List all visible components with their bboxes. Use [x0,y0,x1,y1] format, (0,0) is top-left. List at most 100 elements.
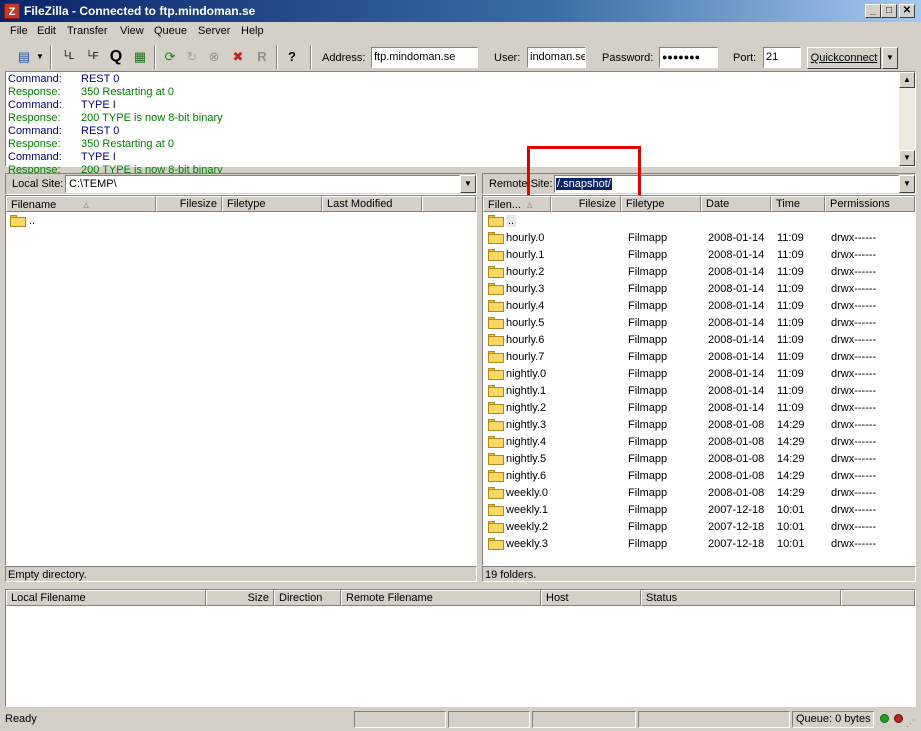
remote-col-permissions[interactable]: Permissions [825,196,915,212]
queue-col-size[interactable]: Size [206,590,274,606]
remote-row[interactable]: hourly.0 Filmapp 2008-01-14 11:09 drwx------ [483,230,915,247]
disconnect-icon[interactable]: ✖ [228,46,248,68]
remote-filename: weekly.3 [506,538,548,550]
port-input[interactable]: 21 [763,47,801,68]
local-site-label: Local Site: [12,178,64,190]
help-icon[interactable]: ? [282,46,302,68]
folder-icon [488,283,504,295]
remote-date: 2008-01-14 [708,368,765,380]
folder-icon [488,334,504,346]
remote-col-filetype[interactable]: Filetype [621,196,701,212]
remote-row[interactable]: hourly.3 Filmapp 2008-01-14 11:09 drwx------ [483,281,915,298]
refresh-icon[interactable]: ⟳ [160,46,180,68]
local-row-parent[interactable]: .. [6,213,476,230]
menu-queue[interactable]: Queue [154,25,187,37]
remote-permissions: drwx------ [831,317,877,329]
remote-row[interactable]: nightly.2 Filmapp 2008-01-14 11:09 drwx-----… [483,400,915,417]
menu-transfer[interactable]: Transfer [67,25,108,37]
remote-permissions: drwx------ [831,266,877,278]
menu-edit[interactable]: Edit [37,25,56,37]
dropdown-arrow-icon[interactable]: ▼ [34,46,46,68]
title-bar[interactable]: Z FileZilla - Connected to ftp.mindoman.… [0,0,921,22]
local-file-list[interactable]: Filename ▵ Filesize Filetype Last Modifi… [5,195,477,566]
port-label: Port: [733,52,757,64]
folder-icon [488,419,504,431]
tree-local-icon[interactable]: └L [58,46,78,68]
minimize-button[interactable]: _ [865,4,881,18]
remote-row[interactable]: hourly.7 Filmapp 2008-01-14 11:09 drwx------ [483,349,915,366]
remote-row[interactable]: weekly.3 Filmapp 2007-12-18 10:01 drwx------ [483,536,915,553]
remote-date: 2007-12-18 [708,538,765,550]
remote-row[interactable]: nightly.6 Filmapp 2008-01-08 14:29 drwx-----… [483,468,915,485]
quickconnect-button[interactable]: Quickconnect [807,47,881,69]
remote-col-date[interactable]: Date [701,196,771,212]
cancel-icon[interactable]: ⊗ [204,46,224,68]
local-col-filesize[interactable]: Filesize [156,196,222,212]
log-entry-text: REST 0 [81,73,120,85]
menu-view[interactable]: View [120,25,144,37]
remote-time: 11:09 [777,317,804,329]
remote-file-list[interactable]: Filen... ▵ Filesize Filetype Date Time Pe… [482,195,916,566]
local-path-input[interactable]: C:\TEMP\ [65,175,460,193]
process-queue-icon[interactable]: ↻ [182,46,202,68]
remote-date: 2008-01-14 [708,317,765,329]
remote-row[interactable]: hourly.4 Filmapp 2008-01-14 11:09 drwx------ [483,298,915,315]
tree-remote-icon[interactable]: └F [82,46,102,68]
maximize-button[interactable]: □ [881,4,897,18]
remote-path-dropdown-icon[interactable]: ▼ [899,175,915,193]
remote-row[interactable]: nightly.4 Filmapp 2008-01-08 14:29 drwx-----… [483,434,915,451]
quickconnect-dropdown-icon[interactable]: ▼ [882,47,898,69]
resize-grip-icon[interactable]: ⋰ [906,719,916,729]
reconnect-icon[interactable]: R [252,46,272,68]
send-light-icon [880,714,889,723]
scroll-up-icon[interactable]: ▲ [899,72,915,88]
close-button[interactable]: ✕ [899,4,915,18]
remote-row[interactable]: hourly.5 Filmapp 2008-01-14 11:09 drwx------ [483,315,915,332]
remote-row[interactable]: .. [483,213,915,230]
queue-size-status: Queue: 0 bytes [792,711,874,728]
remote-row[interactable]: nightly.5 Filmapp 2008-01-08 14:29 drwx-----… [483,451,915,468]
site-manager-icon[interactable]: ▤ [14,46,34,68]
queue-toggle-icon[interactable]: Q [106,46,126,68]
remote-row[interactable]: hourly.6 Filmapp 2008-01-14 11:09 drwx------ [483,332,915,349]
message-log[interactable]: Command: REST 0 Response: 350 Restarting at… [5,71,916,176]
local-status: Empty directory. [5,566,477,582]
queue-col-direction[interactable]: Direction [274,590,341,606]
log-toggle-icon[interactable]: ▦ [130,46,150,68]
remote-col-filesize[interactable]: Filesize [551,196,621,212]
remote-filetype: Filmapp [628,487,668,499]
remote-status: 19 folders. [482,566,916,582]
local-col-filetype[interactable]: Filetype [222,196,322,212]
remote-row[interactable]: nightly.0 Filmapp 2008-01-14 11:09 drwx-----… [483,366,915,383]
log-scrollbar[interactable]: ▲ ▼ [899,72,915,166]
remote-row[interactable]: weekly.1 Filmapp 2007-12-18 10:01 drwx------ [483,502,915,519]
remote-row[interactable]: nightly.3 Filmapp 2008-01-08 14:29 drwx-----… [483,417,915,434]
transfer-queue[interactable]: Local Filename Size Direction Remote Fil… [5,589,916,707]
menu-file[interactable]: File [10,25,28,37]
remote-filetype: Filmapp [628,266,668,278]
address-input[interactable]: ftp.mindoman.se [371,47,478,68]
queue-col-status[interactable]: Status [641,590,841,606]
user-input[interactable]: indoman.se [527,47,586,68]
local-col-lastmodified[interactable]: Last Modified [322,196,422,212]
remote-time: 11:09 [777,368,804,380]
folder-icon [488,538,504,550]
menu-server[interactable]: Server [198,25,230,37]
local-col-filename[interactable]: Filename ▵ [6,196,156,212]
remote-row[interactable]: hourly.1 Filmapp 2008-01-14 11:09 drwx------ [483,247,915,264]
remote-permissions: drwx------ [831,521,877,533]
queue-col-host[interactable]: Host [541,590,641,606]
remote-col-filename[interactable]: Filen... ▵ [483,196,551,212]
remote-row[interactable]: nightly.1 Filmapp 2008-01-14 11:09 drwx-----… [483,383,915,400]
scroll-down-icon[interactable]: ▼ [899,150,915,166]
remote-row[interactable]: weekly.2 Filmapp 2007-12-18 10:01 drwx------ [483,519,915,536]
local-path-dropdown-icon[interactable]: ▼ [460,175,476,193]
queue-col-remote-filename[interactable]: Remote Filename [341,590,541,606]
remote-col-time[interactable]: Time [771,196,825,212]
queue-col-local-filename[interactable]: Local Filename [6,590,206,606]
password-input[interactable]: ●●●●●●● [659,47,718,68]
menu-help[interactable]: Help [241,25,264,37]
remote-row[interactable]: weekly.0 Filmapp 2008-01-08 14:29 drwx------ [483,485,915,502]
log-entry-text: REST 0 [81,125,120,137]
remote-row[interactable]: hourly.2 Filmapp 2008-01-14 11:09 drwx------ [483,264,915,281]
